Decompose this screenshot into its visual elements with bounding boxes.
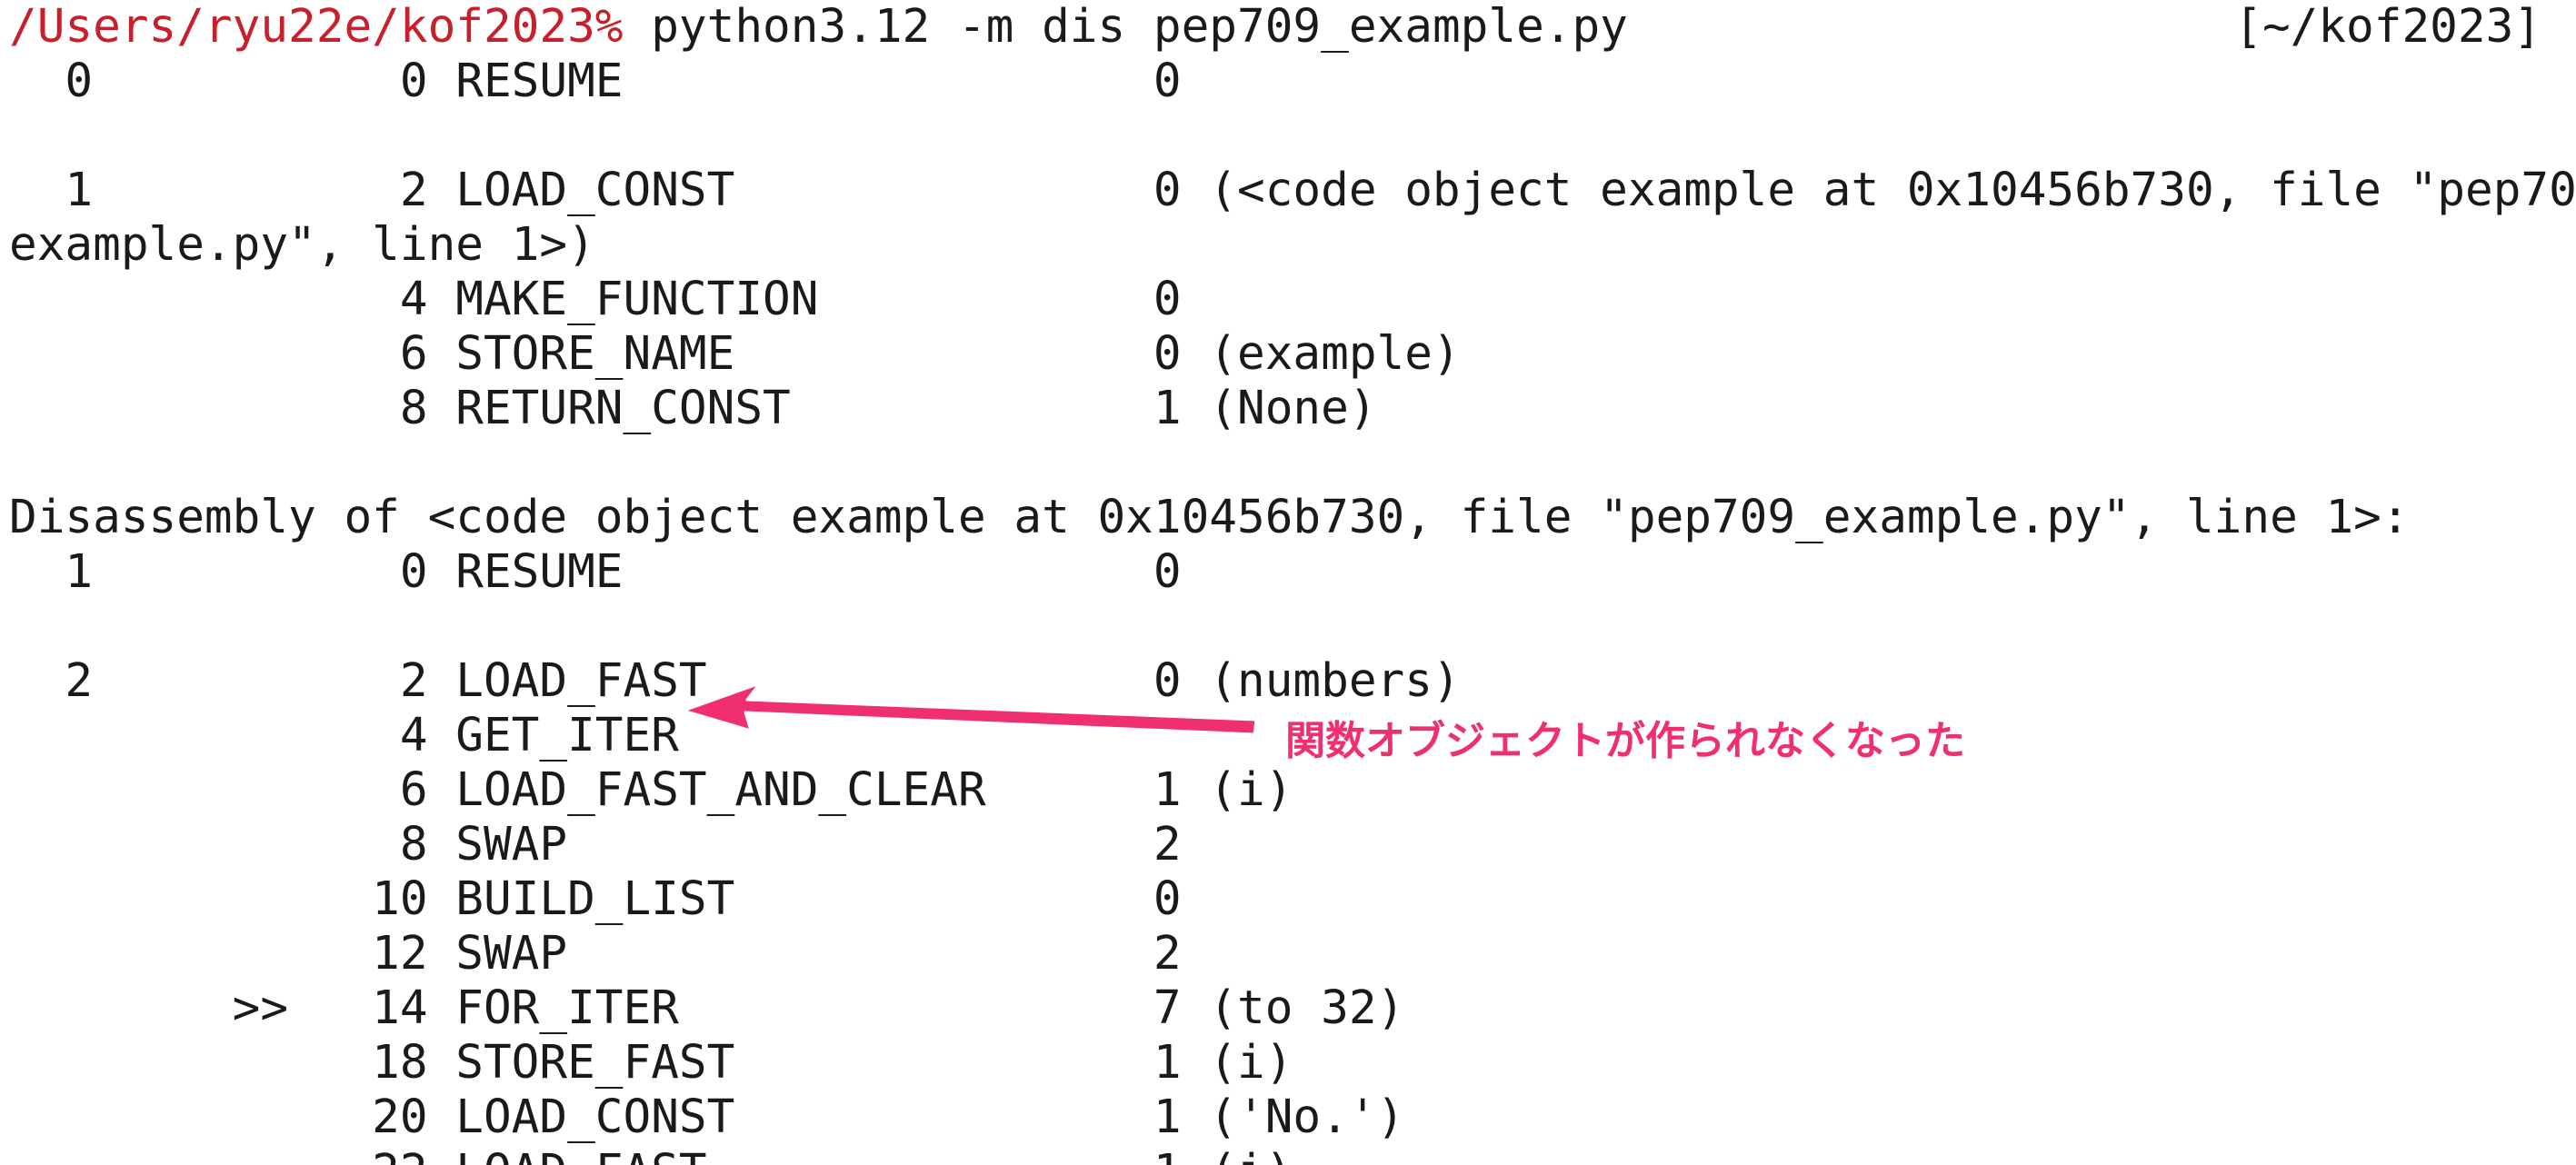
terminal-line: 0 0 RESUME 0 [9, 55, 1182, 108]
terminal-line: 1 0 RESUME 0 [9, 545, 1182, 599]
terminal-window[interactable]: /Users/ryu22e/kof2023% python3.12 -m dis… [0, 0, 2576, 1165]
terminal-line: 18 STORE_FAST 1 (i) [9, 1036, 1293, 1090]
terminal-line: 4 MAKE_FUNCTION 0 [9, 273, 1182, 326]
terminal-line: 6 STORE_NAME 0 (example) [9, 327, 1461, 381]
terminal-line: example.py", line 1>) [9, 218, 595, 272]
terminal-line: /Users/ryu22e/kof2023% python3.12 -m dis… [9, 0, 1628, 55]
terminal-line: 8 SWAP 2 [9, 818, 1182, 871]
terminal-line: 4 GET_ITER [9, 709, 679, 762]
terminal-line: >> 14 FOR_ITER 7 (to 32) [9, 981, 1405, 1035]
cwd-indicator: [~/kof2023] [2234, 0, 2541, 54]
terminal-line: 6 LOAD_FAST_AND_CLEAR 1 (i) [9, 763, 1293, 817]
terminal-line: 20 LOAD_CONST 1 ('No.') [9, 1090, 1405, 1144]
terminal-line: 22 LOAD_FAST 1 (i) [9, 1145, 1293, 1165]
terminal-line: Disassembly of <code object example at 0… [9, 491, 2410, 544]
shell-prompt: /Users/ryu22e/kof2023% [9, 0, 624, 54]
terminal-line: 8 RETURN_CONST 1 (None) [9, 382, 1377, 435]
terminal-line: 1 2 LOAD_CONST 0 (<code object example a… [9, 164, 2576, 217]
annotation-label: 関数オブジェクトが作られなくなった [1285, 718, 1965, 764]
terminal-line: 10 BUILD_LIST 0 [9, 872, 1182, 926]
terminal-line: 2 2 LOAD_FAST 0 (numbers) [9, 654, 1461, 708]
terminal-line: 12 SWAP 2 [9, 927, 1182, 981]
shell-command: python3.12 -m dis pep709_example.py [623, 0, 1628, 54]
